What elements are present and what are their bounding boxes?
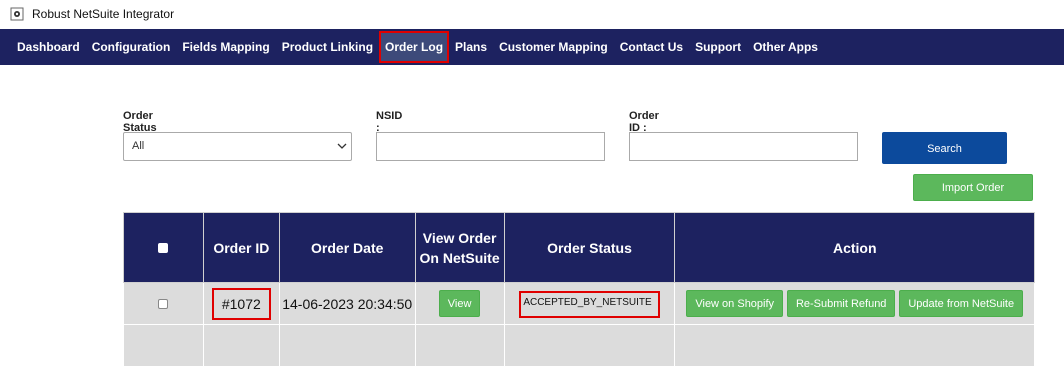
action-cell: View on Shopify Re-Submit Refund Update … <box>674 282 1035 325</box>
update-from-netsuite-button[interactable]: Update from NetSuite <box>899 290 1024 317</box>
nav-item-other-apps[interactable]: Other Apps <box>749 33 822 61</box>
resubmit-refund-button[interactable]: Re-Submit Refund <box>786 290 896 317</box>
select-all-checkbox[interactable] <box>158 242 169 253</box>
select-all-cell <box>123 212 204 283</box>
main-nav: Dashboard Configuration Fields Mapping P… <box>0 29 1064 65</box>
order-id-cell <box>202 324 280 367</box>
row-select-cell <box>123 282 204 325</box>
orders-table: Order ID Order Date View Order On NetSui… <box>123 212 1035 367</box>
header-order-date: Order Date <box>278 212 416 283</box>
nav-item-dashboard[interactable]: Dashboard <box>13 33 84 61</box>
nav-item-plans[interactable]: Plans <box>451 33 491 61</box>
table-header-row: Order ID Order Date View Order On NetSui… <box>123 212 1035 283</box>
table-row <box>123 324 1035 367</box>
view-cell: View <box>414 282 505 325</box>
table-row: #1072 14-06-2023 20:34:50 View ACCEPTED_… <box>123 282 1035 325</box>
gear-icon <box>10 7 24 21</box>
order-date-cell <box>278 324 416 367</box>
order-id-cell: #1072 <box>202 282 280 325</box>
chevron-down-icon <box>337 143 347 149</box>
row-checkbox[interactable] <box>158 298 169 309</box>
search-button[interactable]: Search <box>882 132 1007 164</box>
header-order-id: Order ID <box>202 212 280 283</box>
order-date-cell: 14-06-2023 20:34:50 <box>278 282 416 325</box>
order-status-select[interactable]: All <box>123 132 352 161</box>
header-order-status: Order Status <box>503 212 676 283</box>
nav-item-contact-us[interactable]: Contact Us <box>616 33 687 61</box>
order-status-cell: ACCEPTED_BY_NETSUITE <box>503 282 676 325</box>
import-order-button[interactable]: Import Order <box>913 174 1033 201</box>
order-id-label: Order ID : <box>629 110 659 134</box>
nav-item-support[interactable]: Support <box>691 33 745 61</box>
header-action: Action <box>674 212 1035 283</box>
nav-item-fields-mapping[interactable]: Fields Mapping <box>178 33 273 61</box>
view-cell <box>414 324 505 367</box>
order-status-value: All <box>132 140 145 152</box>
nav-item-order-log[interactable]: Order Log <box>379 31 450 63</box>
view-on-netsuite-button[interactable]: View <box>438 290 481 317</box>
nsid-label: NSID : <box>376 110 403 134</box>
row-select-cell <box>123 324 204 367</box>
title-bar: Robust NetSuite Integrator <box>0 0 1064 28</box>
nsid-input[interactable] <box>376 132 605 161</box>
order-id-input[interactable] <box>629 132 858 161</box>
header-view-on-netsuite: View Order On NetSuite <box>414 212 505 283</box>
action-cell <box>674 324 1035 367</box>
order-status-cell <box>503 324 676 367</box>
nav-item-product-linking[interactable]: Product Linking <box>278 33 377 61</box>
view-on-shopify-button[interactable]: View on Shopify <box>686 290 784 317</box>
nav-item-configuration[interactable]: Configuration <box>88 33 175 61</box>
nav-item-customer-mapping[interactable]: Customer Mapping <box>495 33 612 61</box>
order-status-value: ACCEPTED_BY_NETSUITE <box>519 290 660 318</box>
app-title: Robust NetSuite Integrator <box>32 7 175 21</box>
order-id-value: #1072 <box>211 287 271 320</box>
